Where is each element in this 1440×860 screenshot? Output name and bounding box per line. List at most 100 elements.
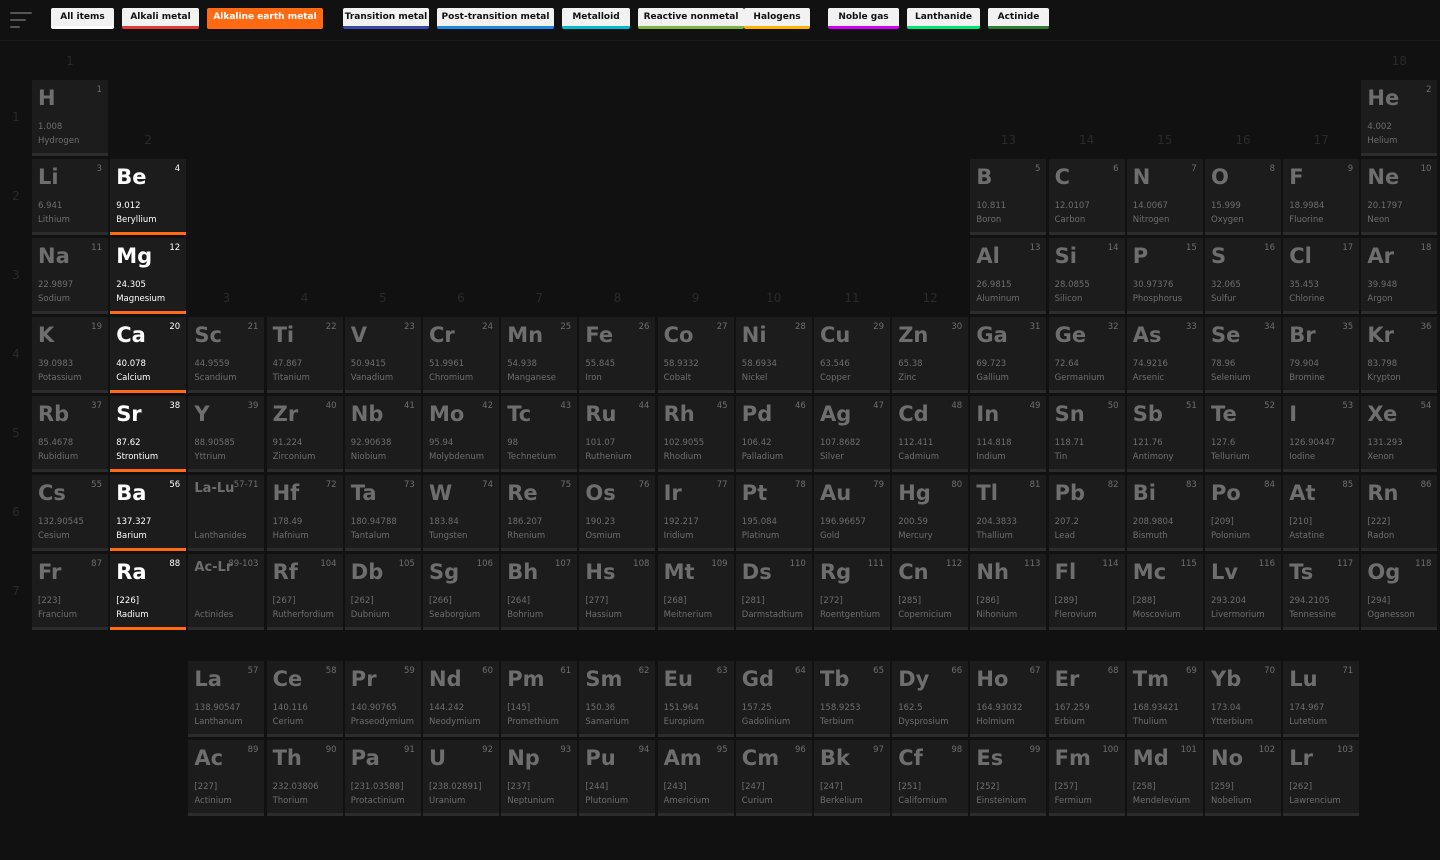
filter-halogens-button[interactable]: Halogens bbox=[744, 8, 810, 29]
filter-alkali-metal-button[interactable]: Alkali metal bbox=[122, 8, 199, 29]
element-tile-astatine[interactable]: At 85 [210] Astatine bbox=[1283, 475, 1360, 551]
element-tile-berkelium[interactable]: Bk 97 [247] Berkelium bbox=[814, 740, 890, 816]
element-tile-rubidium[interactable]: Rb 37 85.4678 Rubidium bbox=[32, 396, 108, 472]
element-tile-californium[interactable]: Cf 98 [251] Californium bbox=[892, 740, 969, 816]
element-tile-promethium[interactable]: Pm 61 [145] Promethium bbox=[501, 661, 578, 737]
element-tile-rhenium[interactable]: Re 75 186.207 Rhenium bbox=[501, 475, 578, 551]
element-tile-actinium[interactable]: Ac 89 [227] Actinium bbox=[188, 740, 265, 816]
element-tile-technetium[interactable]: Tc 43 98 Technetium bbox=[501, 396, 578, 472]
element-tile-protactinium[interactable]: Pa 91 [231.03588] Protactinium bbox=[344, 740, 421, 816]
element-tile-neon[interactable]: Ne 10 20.1797 Neon bbox=[1361, 159, 1438, 235]
element-tile-hassium[interactable]: Hs 108 [277] Hassium bbox=[579, 554, 656, 630]
element-tile-francium[interactable]: Fr 87 [223] Francium bbox=[32, 554, 108, 630]
element-tile-oxygen[interactable]: O 8 15.999 Oxygen bbox=[1205, 159, 1281, 235]
element-tile-rutherfordium[interactable]: Rf 104 [267] Rutherfordium bbox=[266, 554, 343, 630]
element-tile-oganesson[interactable]: Og 118 [294] Oganesson bbox=[1361, 554, 1438, 630]
element-tile-xenon[interactable]: Xe 54 131.293 Xenon bbox=[1361, 396, 1438, 472]
element-tile-thulium[interactable]: Tm 69 168.93421 Thulium bbox=[1126, 661, 1203, 737]
element-tile-sodium[interactable]: Na 11 22.9897 Sodium bbox=[32, 238, 108, 314]
element-tile-potassium[interactable]: K 19 39.0983 Potassium bbox=[32, 317, 108, 393]
element-tile-tantalum[interactable]: Ta 73 180.94788 Tantalum bbox=[344, 475, 421, 551]
element-tile-neptunium[interactable]: Np 93 [237] Neptunium bbox=[501, 740, 578, 816]
element-tile-copernicium[interactable]: Cn 112 [285] Copernicium bbox=[892, 554, 969, 630]
element-tile-platinum[interactable]: Pt 78 195.084 Platinum bbox=[735, 475, 812, 551]
element-tile-fluorine[interactable]: F 9 18.9984 Fluorine bbox=[1283, 159, 1360, 235]
element-tile-phosphorus[interactable]: P 15 30.97376 Phosphorus bbox=[1126, 238, 1203, 314]
element-tile-actinides[interactable]: Ac-Lr 89-103 Actinides bbox=[188, 554, 265, 630]
element-tile-thallium[interactable]: Tl 81 204.3833 Thallium bbox=[970, 475, 1047, 551]
element-tile-uranium[interactable]: U 92 [238.02891] Uranium bbox=[423, 740, 499, 816]
element-tile-yttrium[interactable]: Y 39 88.90585 Yttrium bbox=[188, 396, 265, 472]
element-tile-aluminum[interactable]: Al 13 26.9815 Aluminum bbox=[970, 238, 1047, 314]
element-tile-nihonium[interactable]: Nh 113 [286] Nihonium bbox=[970, 554, 1047, 630]
element-tile-lead[interactable]: Pb 82 207.2 Lead bbox=[1048, 475, 1125, 551]
element-tile-radium[interactable]: Ra 88 [226] Radium bbox=[110, 554, 187, 630]
element-tile-holmium[interactable]: Ho 67 164.93032 Holmium bbox=[970, 661, 1047, 737]
element-tile-selenium[interactable]: Se 34 78.96 Selenium bbox=[1205, 317, 1281, 393]
filter-post-transition-metal-button[interactable]: Post-transition metal bbox=[437, 8, 554, 29]
element-tile-tellurium[interactable]: Te 52 127.6 Tellurium bbox=[1205, 396, 1281, 472]
filter-lanthanide-button[interactable]: Lanthanide bbox=[907, 8, 980, 29]
element-tile-curium[interactable]: Cm 96 [247] Curium bbox=[735, 740, 812, 816]
element-tile-livermorium[interactable]: Lv 116 293.204 Livermorium bbox=[1205, 554, 1281, 630]
filter-metalloid-button[interactable]: Metalloid bbox=[562, 8, 630, 29]
element-tile-cobalt[interactable]: Co 27 58.9332 Cobalt bbox=[657, 317, 734, 393]
element-tile-niobium[interactable]: Nb 41 92.90638 Niobium bbox=[344, 396, 421, 472]
element-tile-moscovium[interactable]: Mc 115 [288] Moscovium bbox=[1126, 554, 1203, 630]
element-tile-titanium[interactable]: Ti 22 47.867 Titanium bbox=[266, 317, 343, 393]
element-tile-bohrium[interactable]: Bh 107 [264] Bohrium bbox=[501, 554, 578, 630]
element-tile-silver[interactable]: Ag 47 107.8682 Silver bbox=[814, 396, 890, 472]
element-tile-nitrogen[interactable]: N 7 14.0067 Nitrogen bbox=[1126, 159, 1203, 235]
element-tile-polonium[interactable]: Po 84 [209] Polonium bbox=[1205, 475, 1281, 551]
element-tile-krypton[interactable]: Kr 36 83.798 Krypton bbox=[1361, 317, 1438, 393]
filter-noble-gas-button[interactable]: Noble gas bbox=[828, 8, 899, 29]
element-tile-hydrogen[interactable]: H 1 1.008 Hydrogen bbox=[32, 80, 108, 156]
element-tile-erbium[interactable]: Er 68 167.259 Erbium bbox=[1048, 661, 1125, 737]
element-tile-samarium[interactable]: Sm 62 150.36 Samarium bbox=[579, 661, 656, 737]
element-tile-boron[interactable]: B 5 10.811 Boron bbox=[970, 159, 1047, 235]
filter-reactive-nonmetal-button[interactable]: Reactive nonmetal bbox=[638, 8, 744, 29]
element-tile-arsenic[interactable]: As 33 74.9216 Arsenic bbox=[1126, 317, 1203, 393]
element-tile-calcium[interactable]: Ca 20 40.078 Calcium bbox=[110, 317, 187, 393]
element-tile-mercury[interactable]: Hg 80 200.59 Mercury bbox=[892, 475, 969, 551]
element-tile-barium[interactable]: Ba 56 137.327 Barium bbox=[110, 475, 187, 551]
element-tile-mendelevium[interactable]: Md 101 [258] Mendelevium bbox=[1126, 740, 1203, 816]
element-tile-iron[interactable]: Fe 26 55.845 Iron bbox=[579, 317, 656, 393]
element-tile-vanadium[interactable]: V 23 50.9415 Vanadium bbox=[344, 317, 421, 393]
element-tile-thorium[interactable]: Th 90 232.03806 Thorium bbox=[266, 740, 343, 816]
element-tile-argon[interactable]: Ar 18 39.948 Argon bbox=[1361, 238, 1438, 314]
element-tile-osmium[interactable]: Os 76 190.23 Osmium bbox=[579, 475, 656, 551]
element-tile-roentgentium[interactable]: Rg 111 [272] Roentgentium bbox=[814, 554, 890, 630]
element-tile-lanthanides[interactable]: La-Lu 57-71 Lanthanides bbox=[188, 475, 265, 551]
element-tile-molybdenum[interactable]: Mo 42 95.94 Molybdenum bbox=[423, 396, 499, 472]
element-tile-manganese[interactable]: Mn 25 54.938 Manganese bbox=[501, 317, 578, 393]
element-tile-cerium[interactable]: Ce 58 140.116 Cerium bbox=[266, 661, 343, 737]
element-tile-lutetium[interactable]: Lu 71 174.967 Lutetium bbox=[1283, 661, 1360, 737]
element-tile-carbon[interactable]: C 6 12.0107 Carbon bbox=[1048, 159, 1125, 235]
menu-icon[interactable] bbox=[10, 12, 32, 28]
element-tile-iodine[interactable]: I 53 126.90447 Iodine bbox=[1283, 396, 1360, 472]
element-tile-dysprosium[interactable]: Dy 66 162.5 Dysprosium bbox=[892, 661, 969, 737]
filter-alkaline-earth-metal-button[interactable]: Alkaline earth metal bbox=[207, 8, 323, 29]
element-tile-fermium[interactable]: Fm 100 [257] Fermium bbox=[1048, 740, 1125, 816]
element-tile-darmstadtium[interactable]: Ds 110 [281] Darmstadtium bbox=[735, 554, 812, 630]
element-tile-europium[interactable]: Eu 63 151.964 Europium bbox=[657, 661, 734, 737]
element-tile-zinc[interactable]: Zn 30 65.38 Zinc bbox=[892, 317, 969, 393]
element-tile-silicon[interactable]: Si 14 28.0855 Silicon bbox=[1048, 238, 1125, 314]
element-tile-palladium[interactable]: Pd 46 106.42 Palladium bbox=[735, 396, 812, 472]
element-tile-americium[interactable]: Am 95 [243] Americium bbox=[657, 740, 734, 816]
filter-actinide-button[interactable]: Actinide bbox=[988, 8, 1049, 29]
element-tile-lawrencium[interactable]: Lr 103 [262] Lawrencium bbox=[1283, 740, 1360, 816]
element-tile-bismuth[interactable]: Bi 83 208.9804 Bismuth bbox=[1126, 475, 1203, 551]
element-tile-tungsten[interactable]: W 74 183.84 Tungsten bbox=[423, 475, 499, 551]
element-tile-seaborgium[interactable]: Sg 106 [266] Seaborgium bbox=[423, 554, 499, 630]
element-tile-copper[interactable]: Cu 29 63.546 Copper bbox=[814, 317, 890, 393]
element-tile-hafnium[interactable]: Hf 72 178.49 Hafnium bbox=[266, 475, 343, 551]
element-tile-helium[interactable]: He 2 4.002 Helium bbox=[1361, 80, 1438, 156]
element-tile-tin[interactable]: Sn 50 118.71 Tin bbox=[1048, 396, 1125, 472]
element-tile-praseodymium[interactable]: Pr 59 140.90765 Praseodymium bbox=[344, 661, 421, 737]
element-tile-chromium[interactable]: Cr 24 51.9961 Chromium bbox=[423, 317, 499, 393]
element-tile-iridium[interactable]: Ir 77 192.217 Iridium bbox=[657, 475, 734, 551]
element-tile-nobelium[interactable]: No 102 [259] Nobelium bbox=[1205, 740, 1281, 816]
element-tile-terbium[interactable]: Tb 65 158.9253 Terbium bbox=[814, 661, 890, 737]
